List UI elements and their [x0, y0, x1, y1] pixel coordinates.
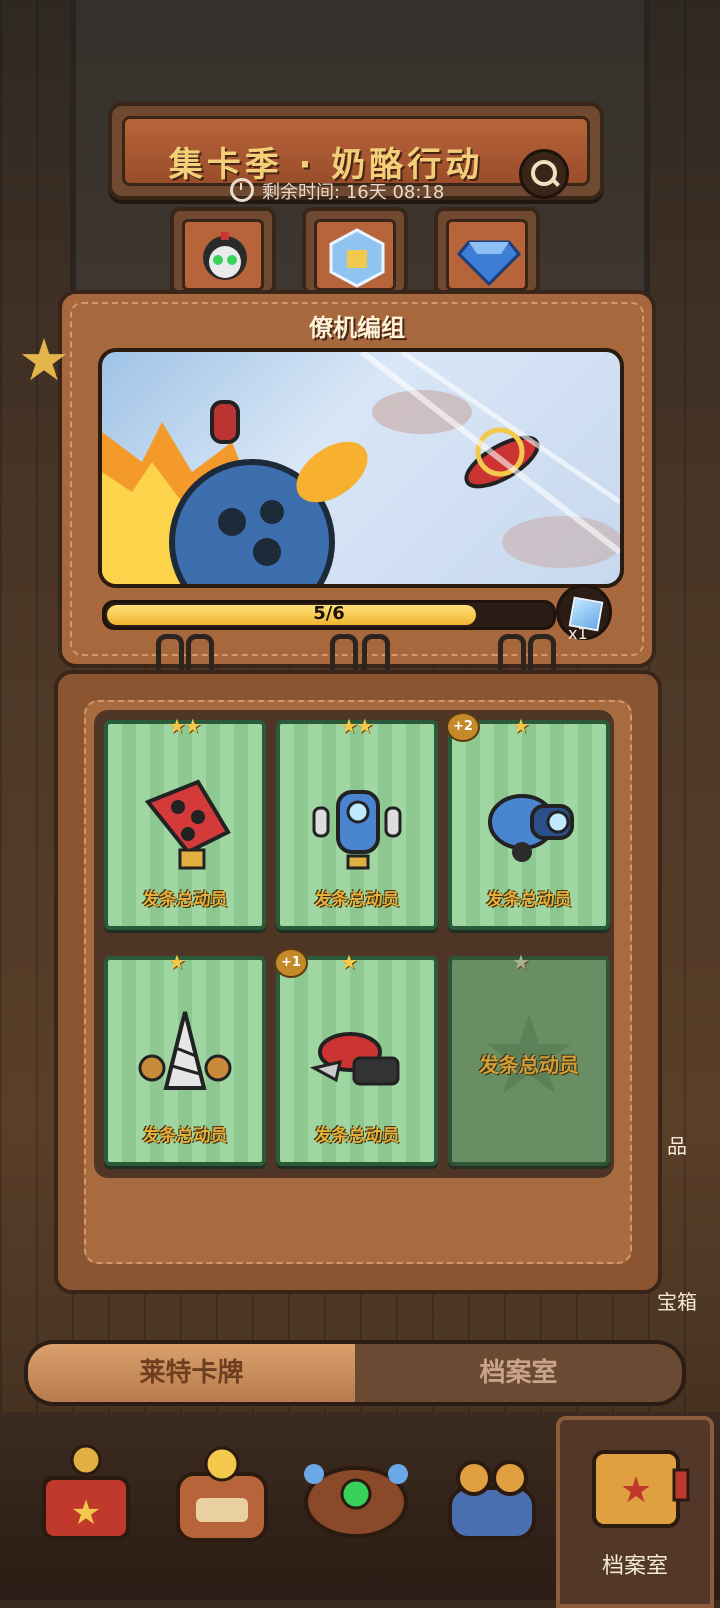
card-rarity-stars: ★★: [340, 714, 374, 738]
album-title: 僚机编组: [309, 314, 405, 342]
card-rarity-stars: ★: [168, 950, 186, 974]
card-slot-6-locked[interactable]: ★ ★ 发条总动员: [448, 950, 610, 1166]
nav-control-panel[interactable]: [300, 1438, 412, 1558]
goggles-icon: [448, 1460, 536, 1540]
card-rarity-stars: ★★: [168, 714, 202, 738]
duplicate-count-badge: +2: [446, 712, 480, 742]
card-slot-4[interactable]: ★ 发条总动员: [104, 950, 266, 1166]
star-chest-icon: ★: [42, 1444, 130, 1540]
card-label: 发条总动员: [142, 890, 228, 910]
title-plate-inner: 集卡季 · 奶酪行动: [122, 116, 590, 199]
tab-archive[interactable]: 档案室: [355, 1344, 682, 1402]
svg-text:★: ★: [71, 1493, 101, 1533]
nav-archive-label: 档案室: [601, 1554, 668, 1579]
bag-icon: [176, 1446, 268, 1542]
card-rarity-stars: ★: [512, 950, 530, 974]
reward-count: x1: [568, 624, 588, 643]
rocket-pod-icon: [144, 779, 231, 870]
side-button-partial[interactable]: 品: [642, 1130, 712, 1159]
tab-cube-inner: [314, 219, 396, 291]
card-slot-2[interactable]: ★★ 发条总动员: [276, 714, 438, 930]
tab-switcher: 莱特卡牌 档案室: [24, 1340, 686, 1406]
card-rarity-stars: ★: [340, 950, 358, 974]
search-button[interactable]: [519, 149, 569, 199]
card-binder: ★★ 发条总动员 ★★ 发条总动员 +2 ★ 发条总动员 ★ 发条总动员 +1 …: [54, 670, 662, 1294]
collection-progress-bar: 5/6: [102, 600, 556, 630]
clock-icon: [230, 178, 254, 202]
tab-cards[interactable]: 莱特卡牌: [28, 1344, 355, 1402]
card-label: 发条总动员: [314, 890, 400, 910]
card-grid: ★★ 发条总动员 ★★ 发条总动员 +2 ★ 发条总动员 ★ 发条总动员 +1 …: [94, 710, 614, 1178]
album-artwork: [98, 348, 624, 588]
tab-robot-inner: [182, 219, 264, 291]
side-button-label: 品: [667, 1134, 687, 1158]
card-rarity-stars: ★: [512, 714, 530, 738]
countdown-timer: 剩余时间: 16天 08:18: [230, 178, 444, 204]
artwork-illustration: [102, 352, 620, 584]
card-label: 发条总动员: [142, 1126, 228, 1146]
timer-value: 16天 08:18: [345, 182, 445, 203]
drill-drone-icon: [138, 1011, 232, 1090]
nav-archive-active[interactable]: ★ 档案室: [556, 1416, 714, 1608]
cube-icon: [329, 228, 385, 288]
tab-cube[interactable]: [302, 207, 408, 295]
archive-book-icon: ★: [592, 1450, 690, 1528]
nav-goggles[interactable]: [436, 1438, 548, 1558]
chest-button[interactable]: 宝箱: [642, 1286, 712, 1315]
timer-label: 剩余时间:: [262, 182, 341, 203]
card-slot-1[interactable]: ★★ 发条总动员: [104, 714, 266, 930]
progress-text: 5/6: [313, 603, 345, 624]
album-panel: 僚机编组 5/6 x1: [58, 290, 656, 668]
robot-icon: [203, 232, 247, 280]
svg-text:★: ★: [620, 1470, 652, 1511]
tab-gem[interactable]: [434, 207, 540, 295]
shield-drone-icon: [312, 790, 402, 870]
tab-gem-inner: [446, 219, 528, 291]
duplicate-count-badge: +1: [274, 948, 308, 978]
card-label: 发条总动员: [486, 890, 572, 910]
magnifier-handle: [550, 177, 560, 187]
nav-treasure-chest[interactable]: ★: [30, 1438, 142, 1558]
card-label: 发条总动员: [479, 1053, 579, 1077]
card-slot-5[interactable]: +1 ★ 发条总动员: [274, 948, 438, 1166]
card-label: 发条总动员: [314, 1126, 400, 1146]
gem-icon: [456, 240, 522, 287]
console-icon: [304, 1464, 408, 1538]
gatling-drone-icon: [310, 1032, 400, 1086]
chest-label: 宝箱: [657, 1290, 697, 1314]
star-decoration-icon: ★: [18, 326, 70, 394]
nav-backpack[interactable]: [166, 1438, 278, 1558]
card-slot-3[interactable]: +2 ★ 发条总动员: [446, 712, 610, 930]
cannon-drone-icon: [488, 794, 574, 862]
tab-robot[interactable]: [170, 207, 276, 295]
